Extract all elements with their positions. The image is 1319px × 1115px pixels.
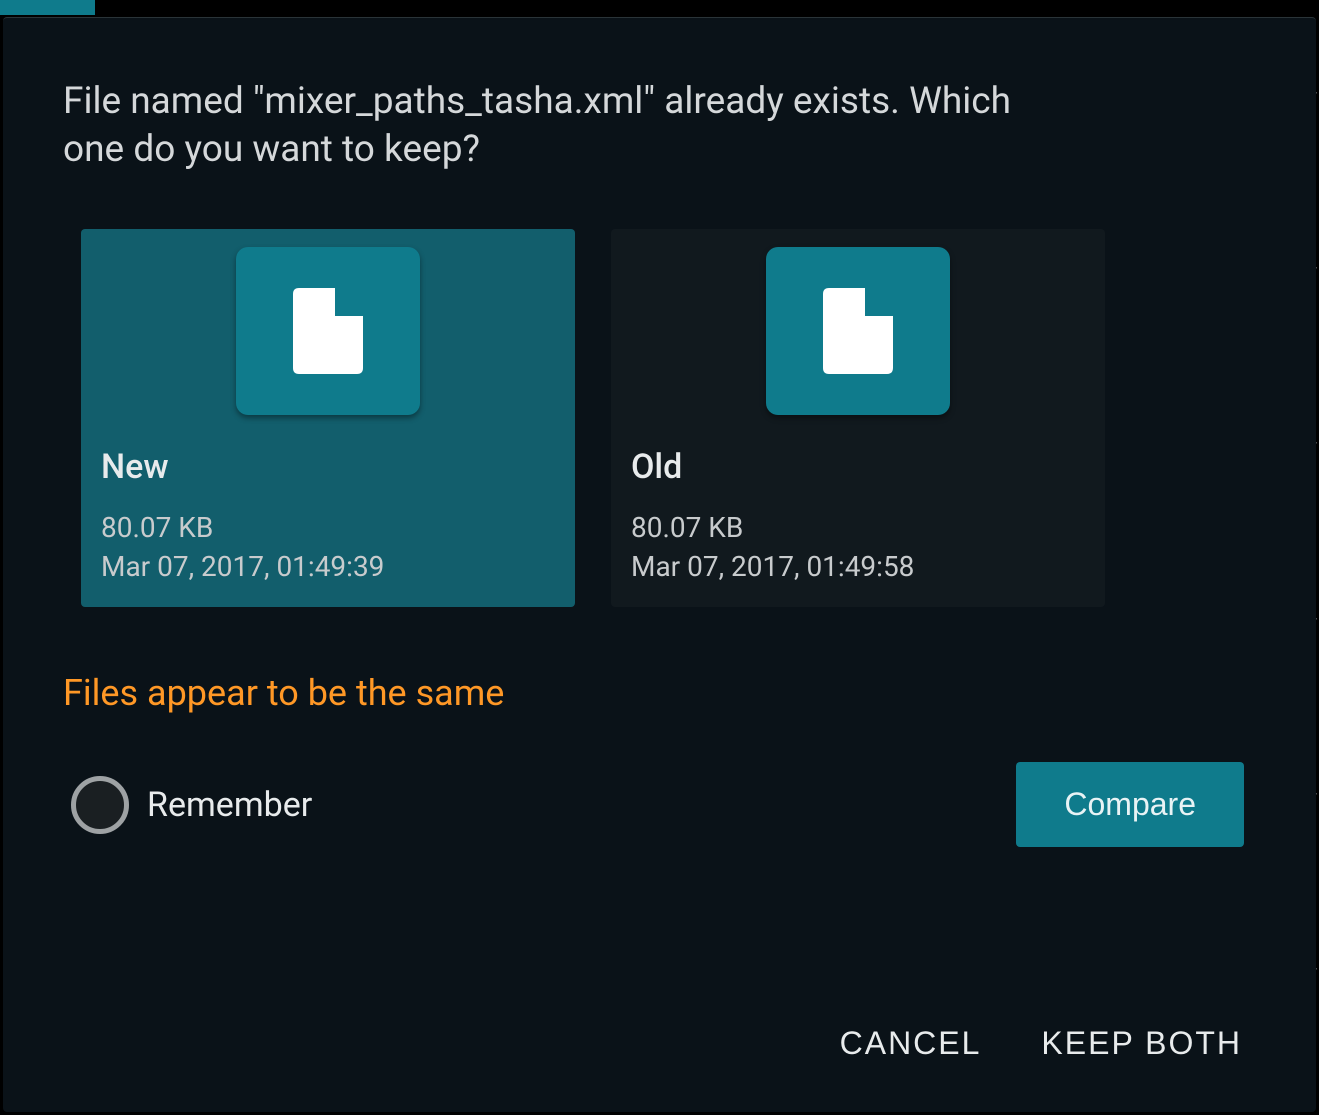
file-cards-row: New 80.07 KB Mar 07, 2017, 01:49:39 Old …	[63, 229, 1256, 607]
file-option-old[interactable]: Old 80.07 KB Mar 07, 2017, 01:49:58	[611, 229, 1105, 607]
file-date: Mar 07, 2017, 01:49:58	[631, 550, 914, 583]
dialog-actions: CANCEL KEEP BOTH	[63, 1025, 1256, 1082]
file-icon-box	[766, 247, 950, 415]
file-date: Mar 07, 2017, 01:49:39	[101, 550, 384, 583]
file-size: 80.07 KB	[631, 511, 743, 544]
cancel-button[interactable]: CANCEL	[840, 1025, 982, 1062]
document-icon	[823, 288, 893, 374]
controls-row: Remember Compare	[63, 762, 1256, 847]
file-option-label: New	[101, 447, 169, 487]
file-option-new[interactable]: New 80.07 KB Mar 07, 2017, 01:49:39	[81, 229, 575, 607]
keep-both-button[interactable]: KEEP BOTH	[1041, 1025, 1242, 1062]
status-message: Files appear to be the same	[63, 672, 1256, 714]
file-icon-box	[236, 247, 420, 415]
dialog-title: File named "mixer_paths_tasha.xml" alrea…	[63, 78, 1063, 174]
top-accent-bar	[0, 0, 95, 15]
radio-icon	[71, 776, 129, 834]
remember-checkbox[interactable]: Remember	[71, 776, 312, 834]
compare-button[interactable]: Compare	[1016, 762, 1244, 847]
file-option-label: Old	[631, 447, 682, 487]
file-size: 80.07 KB	[101, 511, 213, 544]
document-icon	[293, 288, 363, 374]
file-conflict-dialog: File named "mixer_paths_tasha.xml" alrea…	[3, 17, 1316, 1112]
remember-label: Remember	[147, 785, 312, 825]
